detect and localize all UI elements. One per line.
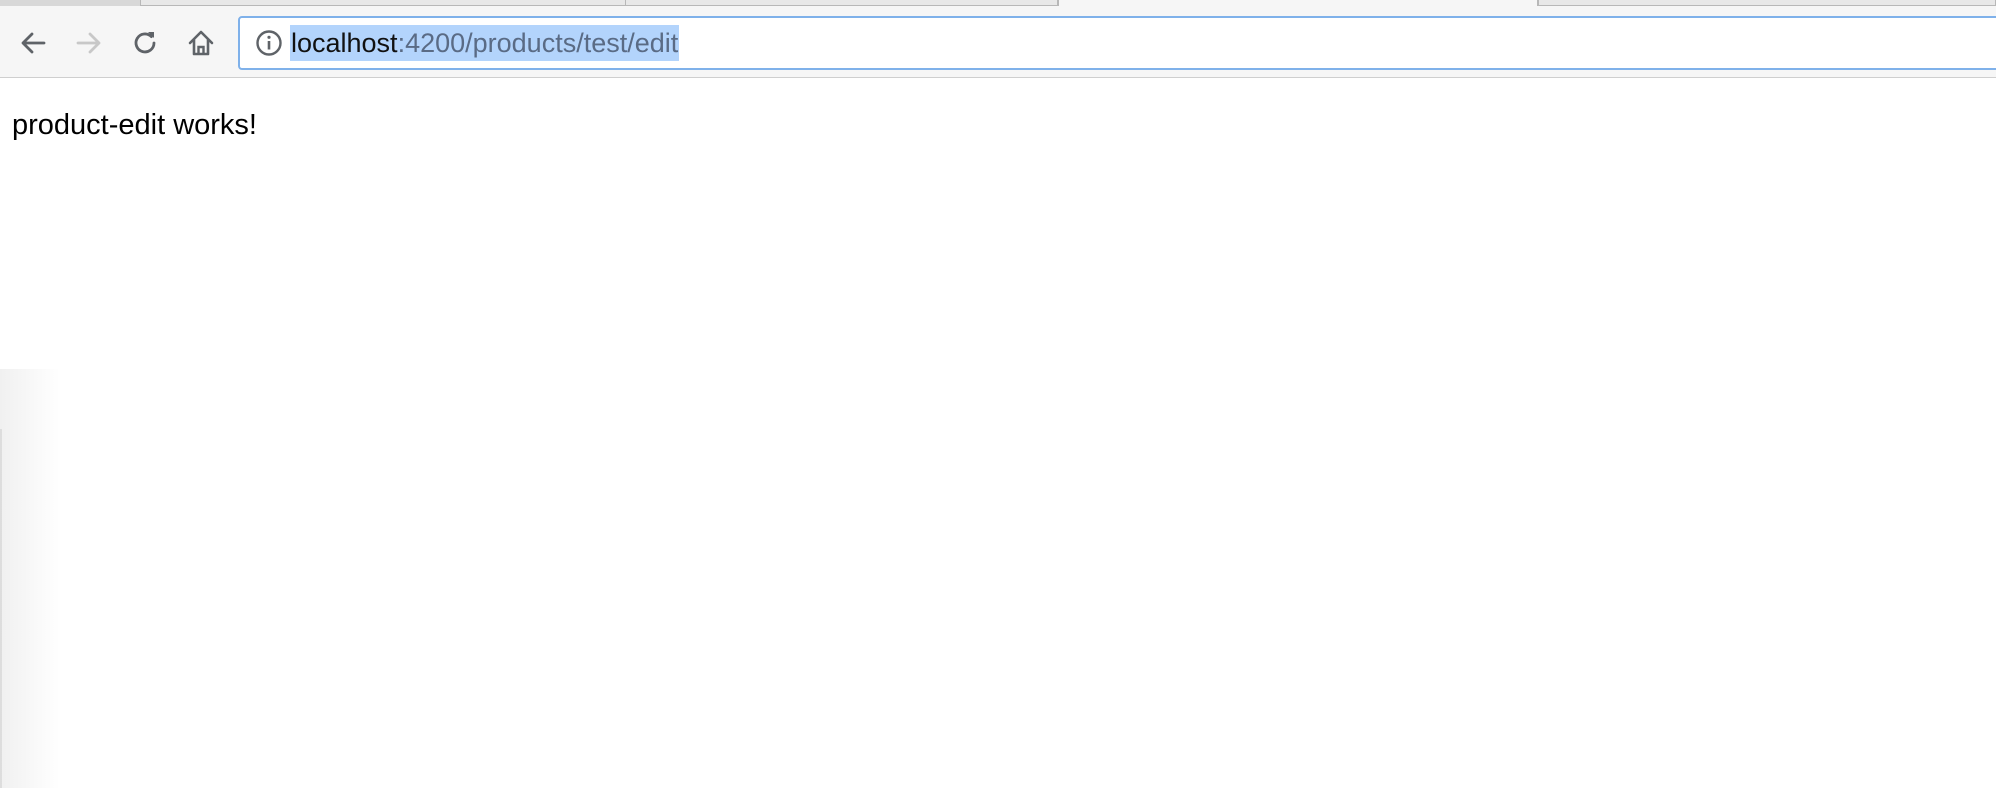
url-path: :4200/products/test/edit (397, 28, 679, 58)
browser-toolbar: localhost:4200/products/test/edit (0, 6, 1996, 78)
back-button[interactable] (13, 23, 53, 63)
edge-line (0, 429, 2, 788)
url-host: localhost (291, 28, 398, 58)
edge-shadow (0, 369, 60, 788)
url-text[interactable]: localhost:4200/products/test/edit (290, 25, 680, 61)
address-bar[interactable]: localhost:4200/products/test/edit (238, 16, 1996, 70)
home-button[interactable] (181, 23, 221, 63)
page-content: product-edit works! (0, 79, 1996, 788)
browser-window: localhost:4200/products/test/edit produc… (0, 0, 1996, 788)
reload-button[interactable] (125, 23, 165, 63)
forward-button[interactable] (69, 23, 109, 63)
reload-icon (134, 32, 156, 54)
page-body-text: product-edit works! (12, 109, 257, 141)
info-icon (256, 30, 282, 56)
arrow-right-icon (76, 32, 101, 54)
arrow-left-icon (21, 32, 46, 54)
site-info-button[interactable] (250, 24, 288, 62)
home-icon (188, 30, 214, 56)
